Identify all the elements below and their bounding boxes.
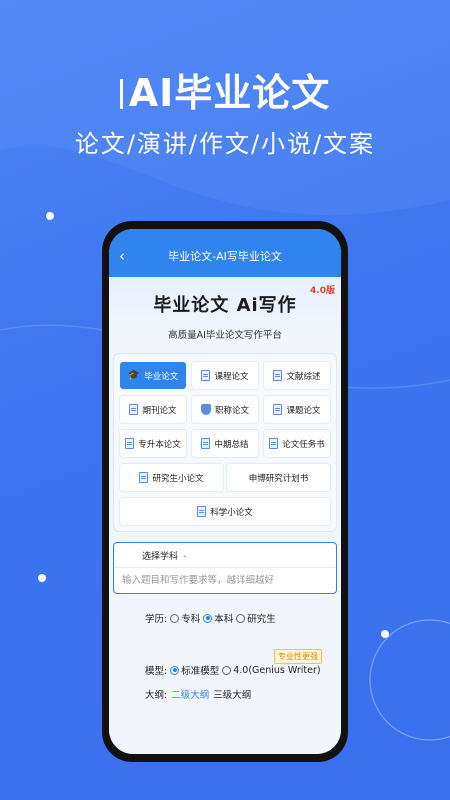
phone-mockup: ‹ 毕业论文-AI写毕业论文 毕业论文 Ai写作 高质量AI毕业论文写作平台 4… <box>102 221 348 762</box>
degree-label: 学历: <box>145 614 168 625</box>
outline-row: 大纲: 二级大纲 三级大纲 <box>145 687 251 701</box>
paper-type-science-short[interactable]: 科学小论文 <box>120 498 330 525</box>
graduation-cap-icon: 🎓 <box>127 370 141 381</box>
degree-radio-graduate[interactable] <box>236 613 246 623</box>
app-bar: ‹ 毕业论文-AI写毕业论文 <box>109 229 341 277</box>
clipboard-icon <box>269 438 279 449</box>
list-icon <box>201 438 211 449</box>
hero-title: 毕业论文 Ai写作 <box>153 295 297 316</box>
back-arrow-icon[interactable]: ‹ <box>119 247 125 265</box>
chevron-down-icon: ⌄ <box>182 551 188 559</box>
paper-type-title[interactable]: 职称论文 <box>192 396 258 423</box>
paper-type-graduation[interactable]: 🎓 毕业论文 <box>120 362 186 389</box>
document-icon <box>201 370 211 381</box>
hero-subtitle: 高质量AI毕业论文写作平台 <box>168 330 282 341</box>
paper-type-project[interactable]: 课题论文 <box>264 396 330 423</box>
promo-title: AI毕业论文 <box>0 62 450 117</box>
promo-subtitle: 论文/演讲/作文/小说/文案 <box>74 130 376 158</box>
paper-type-literature-review[interactable]: 文献综述 <box>264 362 330 389</box>
phone-screen: ‹ 毕业论文-AI写毕业论文 毕业论文 Ai写作 高质量AI毕业论文写作平台 4… <box>109 229 341 754</box>
paper-type-midterm-summary[interactable]: 中期总结 <box>192 430 258 457</box>
document-edit-icon <box>273 370 283 381</box>
notebook-icon <box>125 438 135 449</box>
degree-row: 学历: 专科 本科 研究生 <box>145 611 276 625</box>
model-radio-standard[interactable] <box>170 665 180 675</box>
topic-input-card: 选择学科 ⌄ <box>113 542 337 594</box>
paper-type-graduate-short[interactable]: 研究生小论文 <box>120 464 223 491</box>
paper-type-phd-research-plan[interactable]: 申博研究计划书 <box>227 464 330 491</box>
paper-type-journal[interactable]: 期刊论文 <box>120 396 186 423</box>
pro-badge: 专业性更强 <box>274 649 322 664</box>
paper-type-course[interactable]: 课程论文 <box>192 362 258 389</box>
outline-option-level2[interactable]: 二级大纲 <box>171 687 209 701</box>
hero-section: 毕业论文 Ai写作 高质量AI毕业论文写作平台 4.0版 <box>109 277 341 345</box>
topic-input[interactable] <box>114 568 336 593</box>
version-badge: 4.0版 <box>310 286 335 296</box>
degree-radio-junior[interactable] <box>170 613 180 623</box>
paper-type-grid: 🎓 毕业论文 课程论文 文献综述 期刊论文 职称论文 课题论文 专升本论文 中期… <box>113 353 337 532</box>
journal-icon <box>129 404 139 415</box>
book-icon <box>273 404 283 415</box>
paper-type-task-book[interactable]: 论文任务书 <box>264 430 330 457</box>
document-list-icon <box>139 472 149 483</box>
model-row: 模型: 标准模型 4.0(Genius Writer) <box>145 664 321 678</box>
science-doc-icon <box>197 506 207 517</box>
subject-select[interactable]: 选择学科 ⌄ <box>114 543 336 568</box>
outline-label: 大纲: <box>145 690 168 701</box>
model-radio-genius[interactable] <box>222 665 232 675</box>
outline-option-level3[interactable]: 三级大纲 <box>213 687 251 701</box>
paper-type-upgrade[interactable]: 专升本论文 <box>120 430 186 457</box>
app-bar-title: 毕业论文-AI写毕业论文 <box>168 250 282 263</box>
model-label: 模型: <box>145 666 168 677</box>
shield-icon <box>200 404 211 415</box>
degree-radio-bachelor[interactable] <box>203 613 213 623</box>
